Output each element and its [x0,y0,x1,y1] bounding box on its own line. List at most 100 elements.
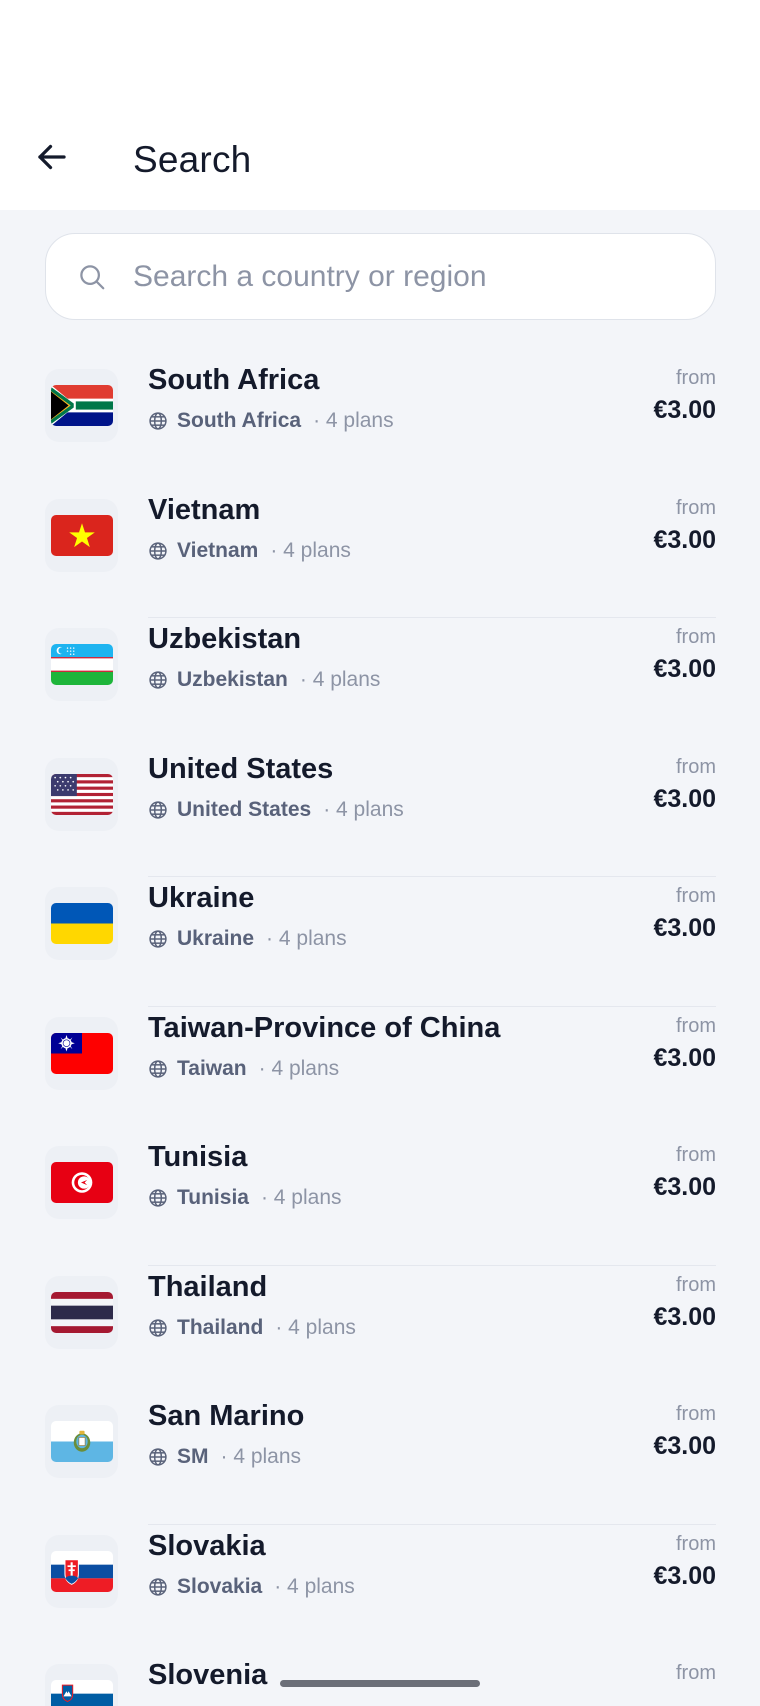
from-label: from [676,1532,716,1555]
country-name: Thailand [148,1270,268,1303]
flag-tn-icon [45,1146,118,1219]
country-name: Taiwan-Province of China [148,1011,501,1044]
region-label: United States [177,797,312,821]
back-button[interactable] [30,135,74,179]
plans-count: · 4 plans [270,538,351,562]
country-name: South Africa [148,364,320,396]
plans-count: · 4 plans [274,1574,355,1598]
country-name: Tunisia [148,1141,248,1173]
globe-icon [148,1188,168,1208]
price-value: €3.00 [653,1173,716,1201]
search-icon [76,261,108,293]
flag-sm-icon [45,1405,118,1478]
region-label: Ukraine [177,927,255,950]
status-bar-area [0,0,760,115]
plans-count: · 4 plans [275,1315,356,1339]
flag-za-icon [45,369,118,442]
country-row[interactable]: Thailand Thailand · 4 plans from €3.00 [45,1266,716,1396]
country-row[interactable]: Vietnam Vietnam · 4 plans from €3.00 [45,489,716,619]
country-name: Slovenia [148,1659,268,1691]
country-row[interactable]: Taiwan-Province of China Taiwan · 4 plans f… [45,1007,716,1137]
from-label: from [676,885,716,907]
price-block: from €3.00 [653,1533,716,1591]
country-row[interactable]: Uzbekistan Uzbekistan · 4 plans from €3.00 [45,618,716,748]
price-block: from €3.00 [653,1274,716,1332]
country-name: United States [148,752,334,785]
price-block: from €3.00 [653,756,716,814]
region-label: Slovakia [177,1574,263,1598]
from-label: from [676,1144,716,1166]
home-indicator [280,1680,480,1687]
region-label: Uzbekistan [177,668,288,691]
price-value: €3.00 [653,784,716,813]
price-value: €3.00 [653,1043,716,1072]
price-value: €3.00 [653,525,716,554]
plans-count: · 4 plans [323,797,404,821]
region-label: Tunisia [177,1186,249,1209]
from-label: from [676,1403,716,1425]
flag-sk-icon [45,1534,118,1608]
globe-icon [148,411,168,431]
country-meta: Vietnam · 4 plans [148,539,351,563]
country-meta: Slovakia · 4 plans [148,1575,355,1599]
country-row[interactable]: San Marino SM · 4 plans from €3.00 [45,1395,716,1525]
price-value: €3.00 [653,1432,716,1460]
flag-tw-icon [45,1016,118,1090]
from-label: from [676,1014,716,1037]
region-label: South Africa [177,409,302,432]
from-label: from [676,367,716,389]
country-row[interactable]: Tunisia Tunisia · 4 plans from €3.00 [45,1136,716,1266]
app-header: Search [0,115,760,210]
country-list: South Africa South Africa · 4 plans from €3.… [0,359,760,1706]
price-block: from €3.00 [653,497,716,555]
country-meta: Uzbekistan · 4 plans [148,668,380,692]
globe-icon [148,1059,168,1079]
country-meta: Ukraine · 4 plans [148,927,347,951]
flag-vn-icon [45,498,118,572]
region-label: SM [177,1445,209,1468]
price-value: €3.00 [653,396,716,424]
price-block: from €3.00 [653,1015,716,1073]
price-block: from [676,1662,716,1691]
price-value: €3.00 [653,1302,716,1331]
country-meta: SM · 4 plans [148,1445,301,1469]
flag-uz-icon [45,628,118,701]
price-block: from €3.00 [653,885,716,943]
globe-icon [148,1577,168,1597]
region-label: Vietnam [177,538,259,562]
region-label: Thailand [177,1315,264,1339]
country-row[interactable]: South Africa South Africa · 4 plans from €3.… [45,359,716,489]
flag-us-icon [45,757,118,831]
from-label: from [676,496,716,519]
plans-count: · 4 plans [220,1445,302,1468]
country-name: Uzbekistan [148,623,302,655]
search-box[interactable] [45,233,716,320]
globe-icon [148,929,168,949]
plans-count: · 4 plans [313,409,394,432]
region-label: Taiwan [177,1056,247,1080]
price-value: €3.00 [653,914,716,942]
price-value: €3.00 [653,655,716,683]
flag-si-icon [45,1664,118,1706]
globe-icon [148,800,168,820]
country-row[interactable]: Ukraine Ukraine · 4 plans from €3.00 [45,877,716,1007]
country-row[interactable]: United States United States · 4 plans from €… [45,748,716,878]
flag-th-icon [45,1275,118,1349]
country-meta: South Africa · 4 plans [148,409,394,433]
price-block: from €3.00 [653,626,716,684]
country-meta: Taiwan · 4 plans [148,1057,339,1081]
arrow-left-icon [38,144,66,170]
from-label: from [676,1662,716,1684]
country-meta: United States · 4 plans [148,798,404,822]
country-name: Ukraine [148,882,255,914]
price-block: from €3.00 [653,367,716,425]
search-input[interactable] [133,259,715,294]
from-label: from [676,755,716,778]
search-content: South Africa South Africa · 4 plans from €3.… [0,210,760,1706]
from-label: from [676,626,716,648]
globe-icon [148,541,168,561]
flag-ua-icon [45,887,118,960]
country-row[interactable]: Slovakia Slovakia · 4 plans from €3.00 [45,1525,716,1655]
globe-icon [148,1318,168,1338]
plans-count: · 4 plans [260,1186,342,1209]
